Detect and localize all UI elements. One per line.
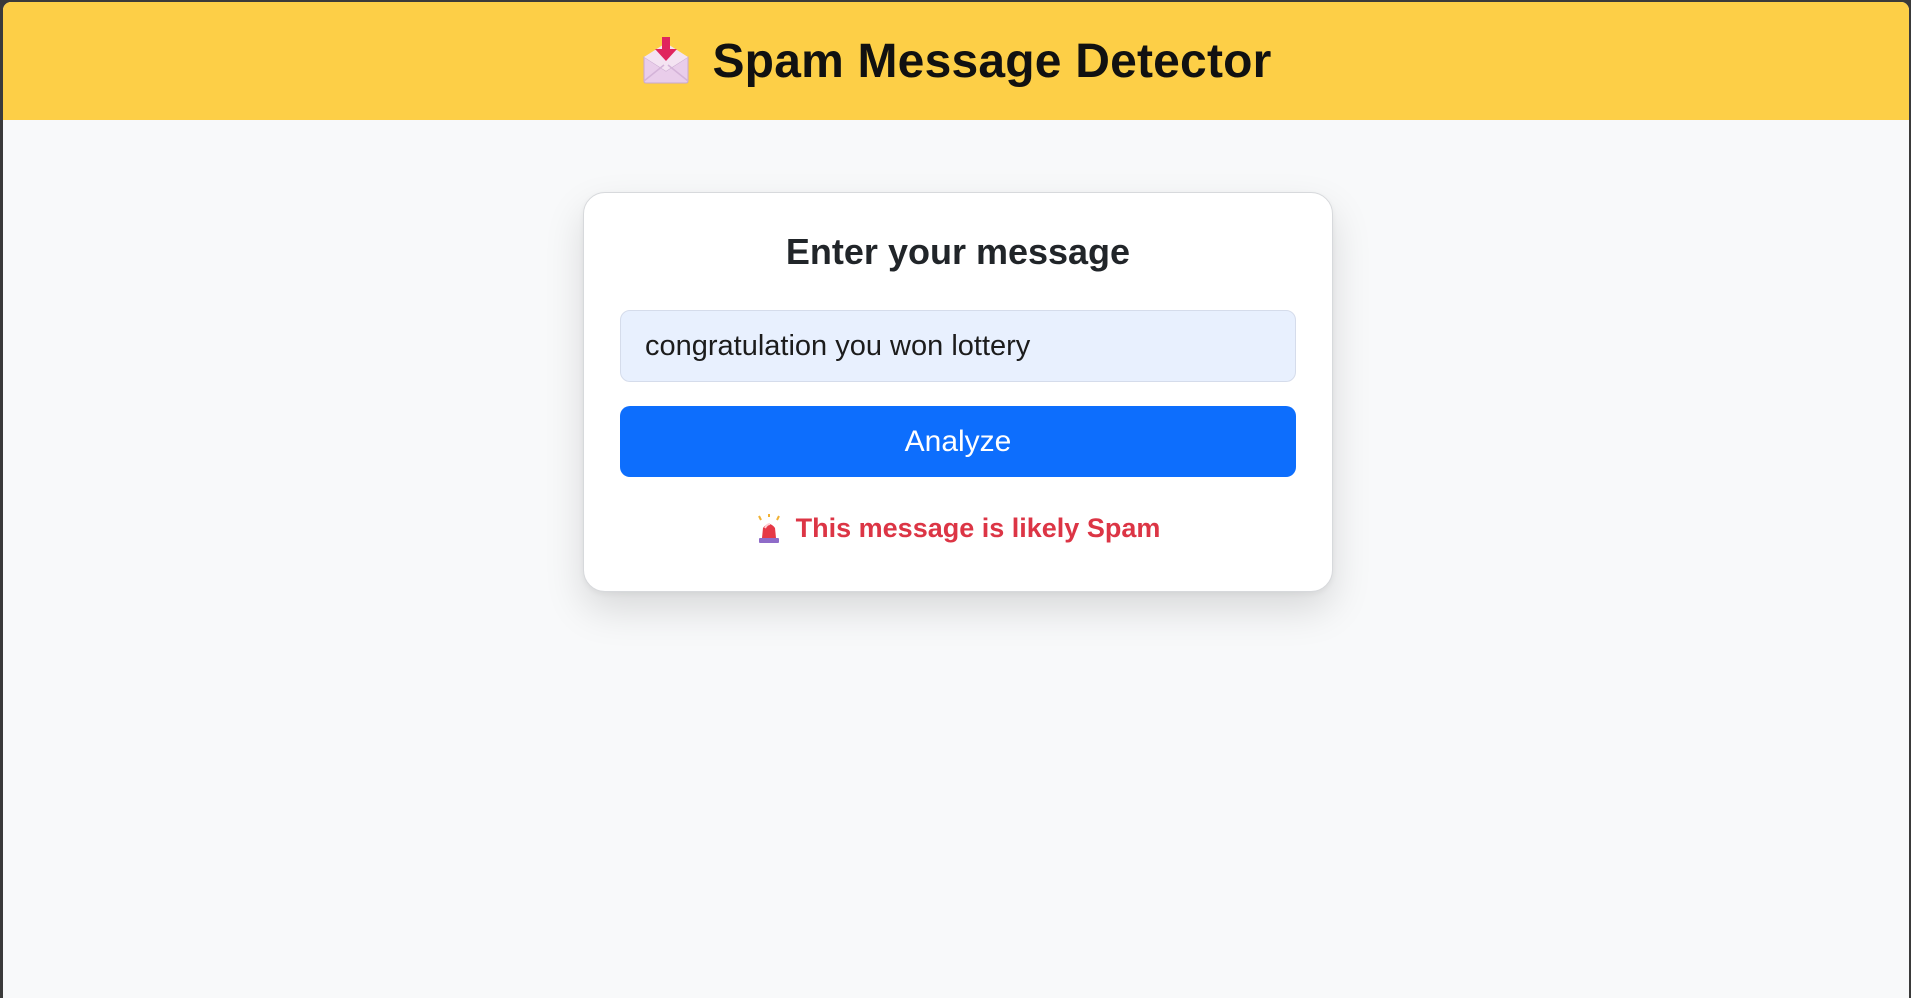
app-window: Spam Message Detector Enter your message… — [3, 2, 1909, 998]
message-card: Enter your message Analyze This message … — [583, 192, 1333, 592]
siren-icon — [756, 513, 782, 544]
inbox-download-icon — [640, 35, 692, 87]
message-input[interactable] — [620, 310, 1296, 382]
card-title: Enter your message — [785, 231, 1131, 272]
result-message: This message is likely Spam — [584, 513, 1332, 544]
page-title: Spam Message Detector — [712, 34, 1272, 88]
result-text: This message is likely Spam — [795, 513, 1161, 543]
analyze-button[interactable]: Analyze — [620, 406, 1296, 477]
header-bar: Spam Message Detector — [3, 2, 1909, 120]
